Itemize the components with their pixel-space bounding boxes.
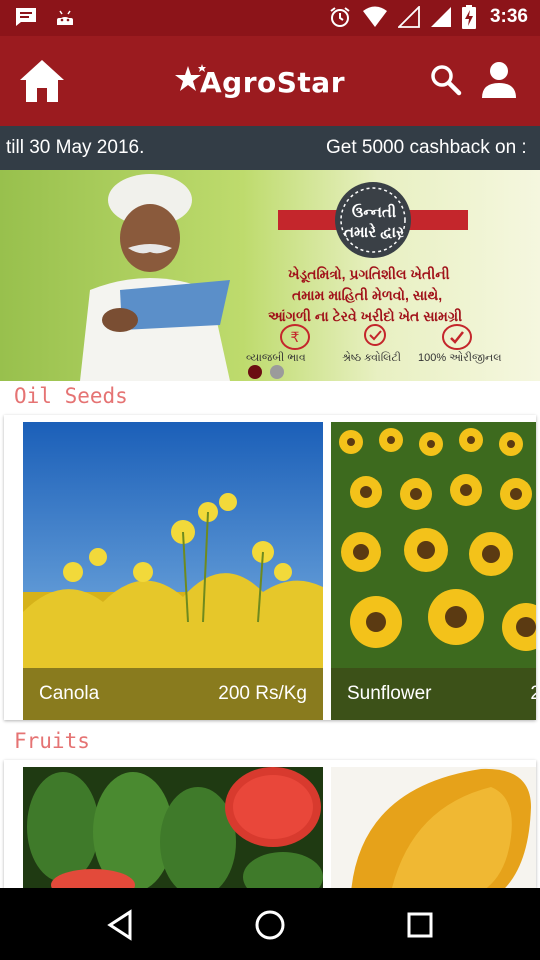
promo-ticker: till 30 May 2016. Get 5000 cashback on : <box>0 126 540 170</box>
banner-line-3: આંગળી ના ટેરવે ખરીદો ખેત સામગ્રી <box>268 308 463 324</box>
home-icon <box>20 60 64 102</box>
section-title-fruits: Fruits <box>14 729 90 753</box>
badge-label-1: વ્યાજબી ભાવ <box>246 352 306 364</box>
section-title-oil-seeds: Oil Seeds <box>14 384 128 408</box>
quality-icon <box>364 324 386 346</box>
battery-charging-icon <box>461 5 476 29</box>
product-card-watermelon[interactable] <box>23 767 323 888</box>
recents-icon <box>407 912 433 938</box>
navigation-bar <box>0 888 540 960</box>
promo-banner[interactable]: ઉન્નતી તમારે દ્વાર ખેડૂતમિત્રો, પ્રગતિશી… <box>0 170 540 381</box>
carousel-dot-1[interactable] <box>248 365 262 379</box>
back-button[interactable] <box>104 908 138 942</box>
search-icon <box>431 65 462 96</box>
user-icon <box>482 62 516 98</box>
rupee-icon: ₹ <box>280 324 310 350</box>
card-caption: Sunflower 2 <box>331 668 536 720</box>
original-icon <box>442 324 472 350</box>
banner-line-1: ખેડૂતમિત્રો, પ્રગતિશીલ ખેતીની <box>288 266 450 282</box>
search-button[interactable] <box>428 62 464 98</box>
product-card-canola[interactable]: Canola 200 Rs/Kg <box>23 422 323 720</box>
emblem-line-1: ઉન્નતી <box>351 204 397 221</box>
product-price: 200 Rs/Kg <box>218 683 307 704</box>
product-price: 2 <box>530 683 536 704</box>
profile-button[interactable] <box>480 60 518 100</box>
emblem-line-2: તમારે દ્વાર <box>344 224 404 241</box>
ticker-text-a: till 30 May 2016. <box>6 137 145 158</box>
status-bar: 3:36 <box>0 0 540 36</box>
home-nav-button[interactable] <box>253 908 287 942</box>
logo-text: AgroStar <box>200 66 346 99</box>
product-card-mango[interactable] <box>331 767 536 888</box>
svg-text:₹: ₹ <box>291 330 300 346</box>
home-circle-icon <box>255 910 285 940</box>
carousel-indicator <box>248 365 284 379</box>
watermelon-image <box>23 767 323 888</box>
banner-line-2: તમામ માહિતી મેળવો, સાથે, <box>292 287 443 303</box>
signal-icon <box>430 7 451 27</box>
app-bar: AgroStar <box>0 36 540 126</box>
message-icon <box>16 8 36 26</box>
carousel-dot-2[interactable] <box>270 365 284 379</box>
android-icon <box>57 10 73 25</box>
card-caption: Canola 200 Rs/Kg <box>23 668 323 720</box>
alarm-icon <box>330 7 350 27</box>
badge-row: ₹ વ્યાજબી ભાવ શ્રેષ્ઠ ક્વોલિટી 100% ઓરીજ… <box>246 324 526 368</box>
fruits-carousel[interactable] <box>4 760 536 888</box>
badge-label-2: શ્રેષ્ઠ ક્વોલિટી <box>342 352 402 364</box>
product-name: Sunflower <box>347 683 432 704</box>
product-name: Canola <box>39 683 100 704</box>
agrostar-logo: AgroStar <box>174 60 374 104</box>
wifi-icon <box>362 6 387 27</box>
badge-label-3: 100% ઓરીજીનલ <box>418 352 502 364</box>
oil-seeds-carousel[interactable]: Canola 200 Rs/Kg Sunflower 2 <box>4 415 536 720</box>
mango-image <box>331 767 536 888</box>
home-button[interactable] <box>18 58 66 104</box>
signal-empty-icon <box>397 6 420 28</box>
farmer-image <box>80 174 230 381</box>
ticker-text-b: Get 5000 cashback on : <box>326 137 527 158</box>
product-card-sunflower[interactable]: Sunflower 2 <box>331 422 536 720</box>
back-icon <box>107 909 132 941</box>
recents-button[interactable] <box>403 908 437 942</box>
status-time: 3:36 <box>489 6 528 27</box>
